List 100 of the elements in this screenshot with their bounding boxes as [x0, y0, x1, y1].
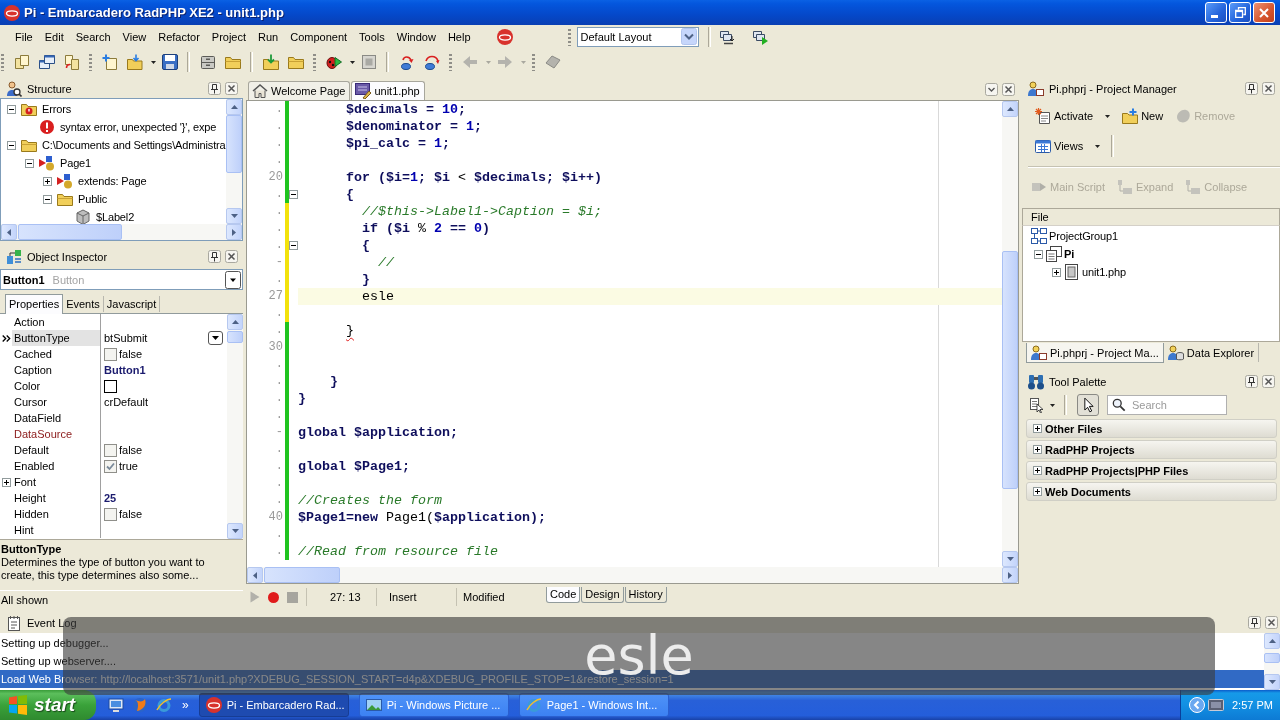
tab[interactable]: Events — [63, 296, 104, 312]
category-header[interactable]: RadPHP Projects|PHP Files — [1026, 461, 1277, 480]
close-icon[interactable] — [1262, 82, 1275, 95]
menu-item[interactable]: Tools — [353, 27, 391, 46]
vertical-scrollbar[interactable] — [1002, 101, 1018, 567]
tree-item[interactable]: extends: Page — [78, 175, 147, 187]
plus-box-icon[interactable] — [1033, 424, 1042, 433]
record-icon[interactable] — [268, 591, 279, 603]
folder-icon[interactable] — [225, 54, 241, 70]
scroll-up-button[interactable] — [1002, 101, 1018, 117]
cabinet-icon[interactable] — [200, 54, 216, 70]
pointer-button[interactable] — [1077, 394, 1099, 416]
scrollbar-thumb[interactable] — [18, 224, 122, 240]
checkbox[interactable] — [104, 347, 117, 361]
tree-item[interactable]: $Label2 — [96, 211, 135, 223]
dropdown-button[interactable] — [208, 331, 223, 345]
tab[interactable]: Javascript — [103, 296, 161, 312]
close-icon[interactable] — [1265, 616, 1278, 629]
tree-item[interactable]: unit1.php — [1082, 266, 1126, 278]
toolbar-handle[interactable] — [567, 27, 571, 46]
minus-box-icon[interactable] — [289, 190, 298, 199]
tab[interactable]: Code — [546, 587, 581, 603]
toolbar-handle[interactable] — [89, 53, 92, 71]
menu-item[interactable]: Window — [390, 27, 442, 46]
list-pointer-icon[interactable] — [1029, 397, 1045, 413]
scrollbar-thumb[interactable] — [1002, 251, 1018, 489]
taskbar-button[interactable]: Pi - Embarcadero Rad... — [198, 693, 349, 717]
menu-item[interactable]: Search — [69, 27, 117, 46]
scroll-down-button[interactable] — [226, 208, 242, 224]
tab[interactable]: Properties — [5, 294, 64, 314]
vertical-scrollbar[interactable] — [227, 314, 243, 539]
scroll-up-button[interactable] — [226, 99, 242, 115]
toolbar-handle[interactable] — [449, 53, 452, 71]
minimize-button[interactable] — [1205, 2, 1227, 23]
toolbar-handle[interactable] — [313, 53, 316, 71]
restore-button[interactable] — [1229, 2, 1251, 23]
horizontal-scrollbar[interactable] — [1, 224, 242, 240]
scrollbar-thumb[interactable] — [1264, 653, 1280, 663]
caret-icon[interactable] — [350, 60, 355, 64]
vertical-scrollbar[interactable] — [226, 99, 242, 224]
toolbar-button[interactable]: Views — [1032, 135, 1104, 157]
menu-item[interactable]: Run — [252, 27, 285, 46]
minus-box-icon[interactable] — [7, 104, 16, 114]
stop-icon[interactable] — [361, 54, 377, 70]
column-header[interactable]: File — [1022, 208, 1280, 226]
close-icon[interactable] — [225, 82, 238, 95]
minus-box-icon[interactable] — [7, 140, 16, 150]
scroll-down-button[interactable] — [1002, 551, 1018, 567]
close-icon[interactable] — [1002, 83, 1015, 96]
minus-box-icon[interactable] — [1034, 249, 1043, 259]
tree-item[interactable]: syntax error, unexpected '}', expe — [60, 121, 217, 133]
category-header[interactable]: RadPHP Projects — [1026, 440, 1277, 459]
windows-icon[interactable] — [39, 54, 55, 70]
pin-icon[interactable] — [208, 250, 221, 263]
quick-launch-more[interactable]: » — [182, 698, 189, 712]
new-file-icon[interactable] — [102, 54, 118, 70]
toolbar-button[interactable]: New — [1119, 105, 1167, 127]
caret-icon[interactable] — [151, 60, 156, 64]
menu-item[interactable]: Project — [205, 27, 253, 46]
menu-item[interactable]: View — [116, 27, 153, 46]
caret-icon[interactable] — [1050, 403, 1055, 407]
plus-box-icon[interactable] — [1033, 445, 1042, 454]
menu-item[interactable]: File — [9, 27, 39, 46]
folder-icon[interactable] — [288, 54, 304, 70]
pin-icon[interactable] — [1245, 375, 1258, 388]
minus-box-icon[interactable] — [25, 158, 34, 168]
minus-box-icon[interactable] — [43, 194, 52, 204]
close-icon[interactable] — [1262, 375, 1275, 388]
plus-box-icon[interactable] — [43, 176, 52, 186]
pin-icon[interactable] — [208, 82, 221, 95]
close-icon[interactable] — [225, 250, 238, 263]
monitor-icon[interactable] — [108, 697, 124, 713]
menu-item[interactable]: Refactor — [152, 27, 206, 46]
checkbox[interactable] — [104, 443, 117, 457]
scroll-right-button[interactable] — [1002, 567, 1018, 583]
tree-item[interactable]: Pi — [1064, 248, 1075, 260]
checkbox[interactable] — [104, 507, 117, 521]
pages-icon[interactable] — [14, 54, 30, 70]
tab[interactable]: History — [624, 587, 667, 603]
tree-item[interactable]: Errors — [42, 103, 72, 115]
scroll-down-button[interactable] — [227, 523, 243, 539]
vertical-scrollbar[interactable] — [1264, 633, 1280, 690]
folder-arrow-icon[interactable] — [263, 54, 279, 70]
scroll-right-button[interactable] — [226, 224, 242, 240]
tile-icon[interactable] — [545, 54, 561, 70]
tab[interactable]: unit1.php — [351, 81, 425, 100]
toolbar-button[interactable]: Activate — [1032, 105, 1114, 127]
tree-item[interactable]: Page1 — [60, 157, 92, 169]
tab[interactable]: Design — [581, 587, 624, 603]
plus-box-icon[interactable] — [1052, 267, 1061, 277]
plus-box-icon[interactable] — [1033, 466, 1042, 475]
folder-arrow-icon[interactable] — [127, 54, 143, 70]
scroll-left-button[interactable] — [247, 567, 263, 583]
minus-box-icon[interactable] — [289, 241, 298, 250]
cylinder-arrow-icon[interactable] — [399, 54, 415, 70]
toolbar-handle[interactable] — [532, 53, 535, 71]
bug-play-icon[interactable] — [326, 54, 342, 70]
category-header[interactable]: Other Files — [1026, 419, 1277, 438]
scroll-up-button[interactable] — [1264, 633, 1280, 649]
tab[interactable]: Data Explorer — [1163, 343, 1260, 362]
